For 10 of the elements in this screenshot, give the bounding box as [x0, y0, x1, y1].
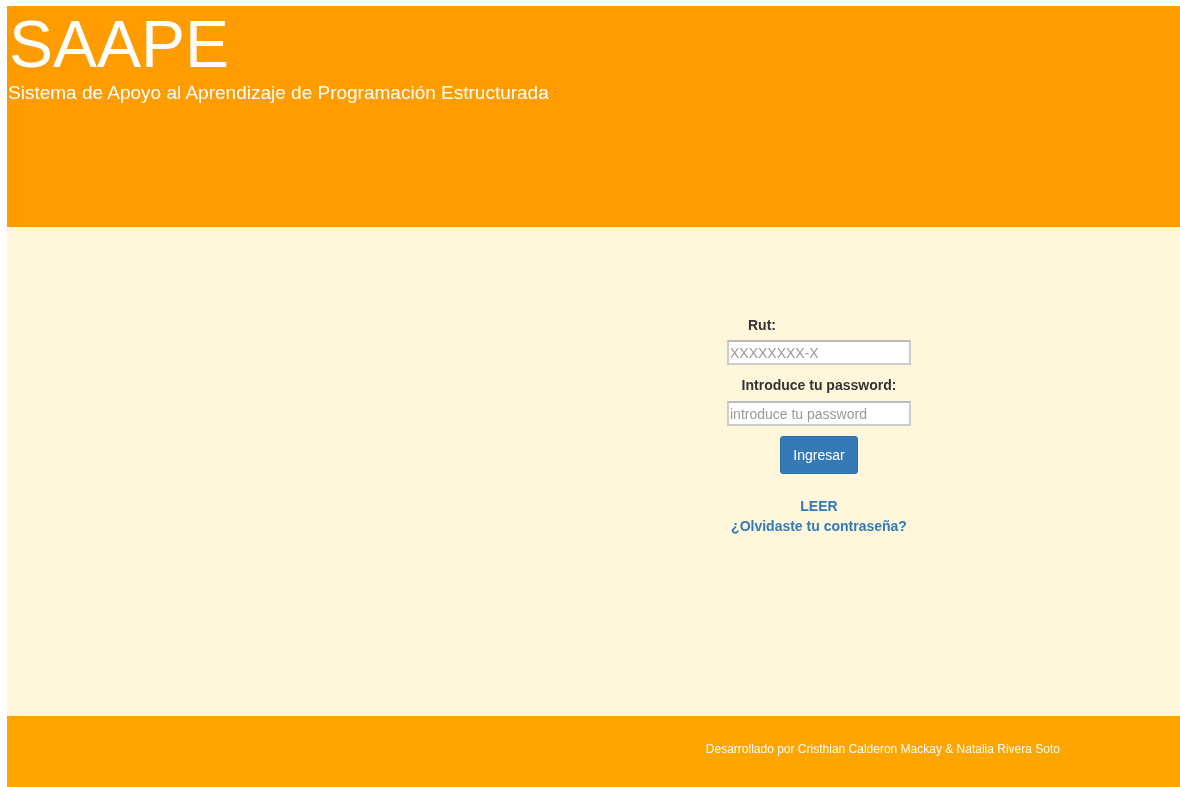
site-subtitle: Sistema de Apoyo al Aprendizaje de Programación Estructurada — [8, 81, 550, 105]
forgot-password-link[interactable]: ¿Olvidaste tu contraseña? — [731, 516, 907, 536]
rut-field[interactable]: XXXXXXXX-X — [727, 340, 911, 365]
rut-label: Rut: — [748, 316, 776, 335]
password-field[interactable]: introduce tu password — [727, 401, 911, 426]
read-link[interactable]: LEER — [800, 496, 838, 516]
credit-text: Desarrollado por Cristhian Calderon Mackay & Natalia Rivera Soto — [705, 742, 1060, 758]
login-button[interactable]: Ingresar — [780, 436, 858, 474]
password-label: Introduce tu password: — [741, 376, 897, 395]
site-title: SAAPE — [9, 6, 231, 82]
